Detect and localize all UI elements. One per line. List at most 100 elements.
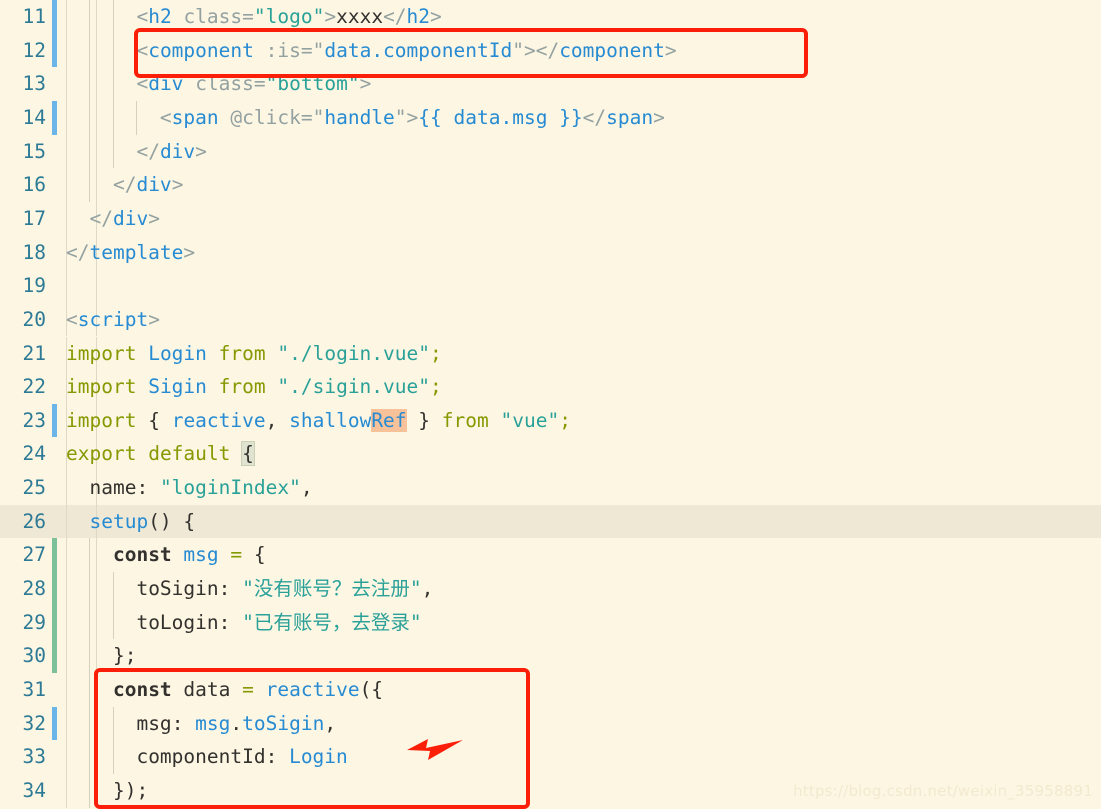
git-change-marker-none[interactable] (52, 236, 57, 270)
git-change-marker-modified[interactable] (52, 100, 57, 135)
line-number: 12 (22, 38, 46, 62)
git-change-marker-none[interactable] (52, 135, 57, 169)
git-change-marker-none[interactable] (52, 337, 57, 371)
code-token: </ (535, 38, 560, 62)
git-change-marker-modified[interactable] (52, 33, 57, 68)
code-token: toSigin (136, 577, 219, 601)
code-token: > (359, 72, 372, 96)
code-text[interactable]: const msg = { (66, 538, 266, 572)
code-text[interactable]: componentId: Login (66, 740, 347, 774)
code-text[interactable]: </div> (66, 202, 159, 236)
code-token: msg (195, 711, 231, 735)
code-line[interactable]: 31 const data = reactive({ (0, 673, 1101, 707)
git-change-marker-modified[interactable] (52, 706, 57, 741)
code-token: "loginIndex" (159, 476, 301, 500)
code-text[interactable]: <span @click="handle">{{ data.msg }}</sp… (66, 101, 665, 135)
code-text[interactable]: export default { (66, 437, 255, 471)
code-line[interactable]: 20 <script> (0, 302, 1101, 337)
code-line[interactable]: 21 import Login from "./login.vue"; (0, 336, 1101, 371)
code-token: div (136, 173, 172, 197)
line-number: 21 (22, 341, 46, 365)
git-change-marker-none[interactable] (52, 303, 57, 337)
code-text[interactable]: </div> (66, 168, 183, 202)
code-line[interactable]: 14 <span @click="handle">{{ data.msg }}<… (0, 100, 1101, 135)
code-line[interactable]: 18 </template> (0, 235, 1101, 270)
code-line[interactable]: 29 toLogin: "已有账号，去登录" (0, 605, 1101, 640)
git-change-marker-none[interactable] (52, 269, 57, 303)
code-line[interactable]: 19 (0, 269, 1101, 303)
git-change-marker-modified[interactable] (52, 0, 57, 34)
code-token: default (148, 442, 231, 466)
code-line[interactable]: 24 export default { (0, 437, 1101, 472)
code-token: span (171, 105, 219, 129)
code-line[interactable]: 26 setup() { (0, 504, 1101, 539)
code-line[interactable]: 23 import { reactive, shallowRef } from "… (0, 403, 1101, 438)
code-token: div (148, 72, 184, 96)
code-text[interactable]: import { reactive, shallowRef } from "vu… (66, 404, 571, 438)
code-editor[interactable]: 11 <h2 class="logo">xxxx</h2> 12 <compone… (0, 0, 1101, 808)
code-line[interactable]: 32 msg: msg.toSigin, (0, 706, 1101, 741)
code-text[interactable]: toLogin: "已有账号，去登录" (66, 606, 421, 640)
git-change-marker-none[interactable] (52, 774, 57, 808)
line-number: 25 (22, 476, 46, 500)
git-change-marker-none[interactable] (52, 168, 57, 202)
code-text[interactable]: <h2 class="logo">xxxx</h2> (66, 0, 441, 34)
git-change-marker-added[interactable] (52, 538, 57, 573)
code-token: { (241, 441, 255, 467)
code-line[interactable]: 15 </div> (0, 134, 1101, 169)
line-number: 26 (22, 509, 46, 533)
code-token: " (394, 105, 407, 129)
code-line[interactable]: 16 </div> (0, 168, 1101, 202)
git-change-marker-none[interactable] (52, 370, 57, 404)
code-text[interactable]: }; (66, 639, 136, 673)
code-token: 没有账号？去注册 (253, 577, 410, 601)
code-text[interactable]: import Sigin from "./sigin.vue"; (66, 370, 442, 404)
git-change-marker-none[interactable] (52, 67, 57, 101)
code-line[interactable]: 12 <component :is="data.componentId"></c… (0, 33, 1101, 68)
line-number: 34 (22, 778, 46, 802)
code-text[interactable]: </div> (66, 135, 206, 169)
code-line[interactable]: 17 </div> (0, 201, 1101, 236)
code-token: reactive (171, 408, 266, 432)
git-change-marker-none[interactable] (52, 202, 57, 236)
code-line[interactable]: 25 name: "loginIndex", (0, 471, 1101, 505)
code-token: : (218, 610, 243, 634)
code-line[interactable]: 13 <div class="bottom"> (0, 67, 1101, 101)
code-text[interactable]: toSigin: "没有账号？去注册", (66, 572, 433, 606)
code-line[interactable]: 11 <h2 class="logo">xxxx</h2> (0, 0, 1101, 34)
git-change-marker-added[interactable] (52, 605, 57, 640)
code-text[interactable]: const data = reactive({ (66, 673, 383, 707)
code-line[interactable]: 33 componentId: Login (0, 740, 1101, 774)
code-text[interactable]: name: "loginIndex", (66, 471, 312, 505)
code-text[interactable]: }); (66, 774, 148, 808)
code-token: </ (383, 5, 407, 28)
code-text[interactable]: </template> (66, 236, 195, 270)
line-number: 18 (22, 240, 46, 264)
git-change-marker-none[interactable] (52, 505, 57, 539)
git-change-marker-none[interactable] (52, 471, 57, 505)
code-line[interactable]: 27 const msg = { (0, 538, 1101, 573)
code-line[interactable]: 28 toSigin: "没有账号？去注册", (0, 572, 1101, 606)
code-text[interactable]: import Login from "./login.vue"; (66, 337, 442, 371)
git-change-marker-none[interactable] (52, 437, 57, 471)
git-change-marker-added[interactable] (52, 639, 57, 673)
git-change-marker-added[interactable] (52, 572, 57, 606)
git-change-marker-none[interactable] (52, 673, 57, 707)
code-text[interactable]: <script> (66, 303, 160, 337)
code-text[interactable]: msg: msg.toSigin, (66, 707, 336, 741)
code-token: toLogin (136, 610, 219, 634)
code-token: component (148, 38, 254, 62)
code-text[interactable]: setup() { (66, 505, 195, 539)
code-line[interactable]: 22 import Sigin from "./sigin.vue"; (0, 370, 1101, 404)
git-change-marker-modified[interactable] (52, 403, 57, 438)
code-line[interactable]: 30 }; (0, 639, 1101, 673)
code-text[interactable]: <div class="bottom"> (66, 67, 371, 101)
git-change-marker-none[interactable] (52, 740, 57, 774)
code-token: = (230, 543, 243, 567)
code-text[interactable]: <component :is="data.componentId"></comp… (66, 34, 676, 68)
code-token: > (171, 173, 184, 197)
